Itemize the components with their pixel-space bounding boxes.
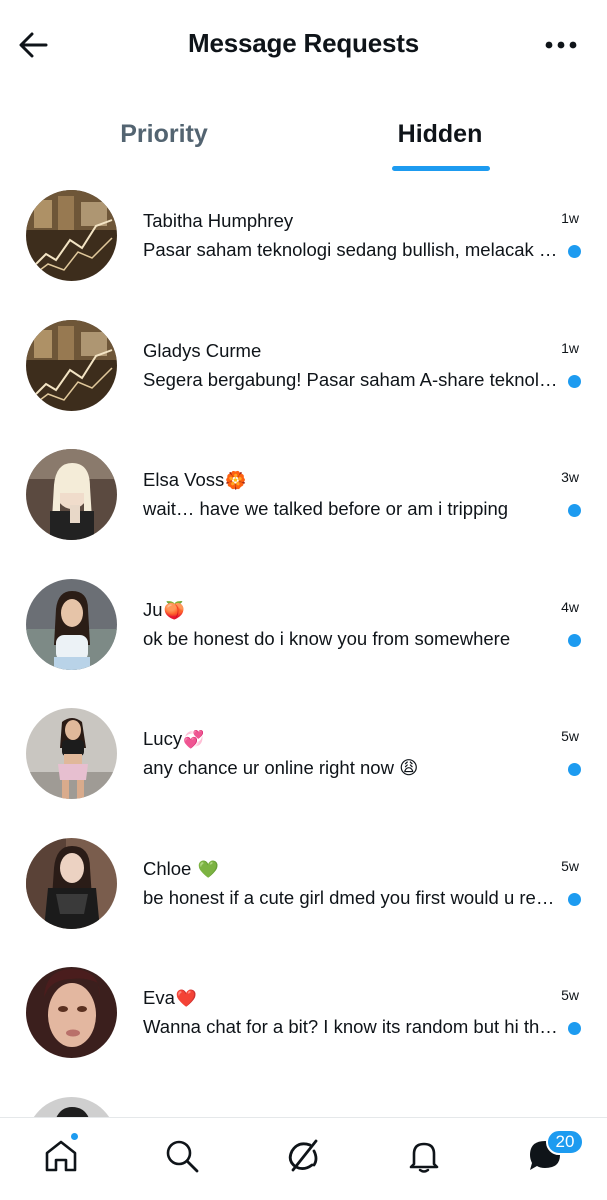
name-emoji: 🏵️ [225, 471, 247, 490]
message-preview: Pasar saham teknologi sedang bullish, me… [143, 239, 559, 260]
timestamp: 1w [561, 339, 579, 356]
more-button[interactable] [541, 30, 581, 60]
avatar[interactable] [26, 578, 117, 670]
conversation-name: Ju🍑 [143, 599, 185, 621]
conversation-name: Lucy💞 [143, 728, 204, 750]
conversation-name: Gladys Curme [143, 340, 262, 362]
message-preview: Wanna chat for a bit? I know its random … [143, 1016, 559, 1037]
conversation-row[interactable]: Elsa Voss🏵️ 3w wait… have we talked befo… [0, 431, 607, 561]
bottom-navigation: 20 [0, 1117, 607, 1200]
conversation-name: Elsa Voss🏵️ [143, 469, 246, 491]
home-icon [45, 1140, 77, 1172]
nav-notifications[interactable] [404, 1136, 444, 1176]
name-emoji: ❤️ [175, 989, 198, 1008]
message-preview: Segera bergabung! Pasar saham A-share te… [143, 368, 559, 390]
unread-dot [568, 1022, 581, 1035]
name-emoji: 💞 [183, 730, 205, 749]
timestamp: 5w [561, 728, 579, 744]
avatar[interactable] [26, 967, 117, 1058]
message-preview: ok be honest do i know you from somewher… [143, 627, 511, 649]
conversation-row[interactable]: Eva❤️ 5w Wanna chat for a bit? I know it… [0, 949, 607, 1079]
avatar[interactable] [26, 190, 117, 281]
message-preview: be honest if a cute girl dmed you first … [143, 886, 559, 908]
unread-dot [568, 633, 581, 647]
unread-dot [568, 892, 581, 906]
unread-dot [568, 245, 581, 258]
timestamp: 3w [561, 469, 579, 485]
tab-priority[interactable]: Priority [60, 108, 268, 174]
nav-search[interactable] [162, 1136, 202, 1176]
conversation-row[interactable] [0, 1079, 607, 1118]
avatar[interactable] [26, 708, 117, 799]
sender-name: Elsa Voss [143, 469, 225, 490]
conversation-name: Tabitha Humphrey [143, 210, 294, 232]
timestamp: 5w [561, 987, 579, 1003]
name-emoji: 🍑 [163, 600, 185, 620]
nav-home[interactable] [41, 1136, 81, 1176]
avatar[interactable] [26, 1096, 117, 1118]
unread-dot [568, 374, 581, 388]
header: Message Requests [0, 0, 607, 92]
sender-name: Gladys Curme [143, 339, 262, 361]
sender-name: Lucy [143, 728, 183, 749]
nav-grok[interactable] [283, 1136, 323, 1176]
timestamp: 5w [561, 857, 579, 874]
conversation-row[interactable]: Gladys Curme 1w Segera bergabung! Pasar … [0, 302, 607, 432]
more-horizontal-icon [545, 41, 577, 49]
message-preview: any chance ur online right now 😩 [143, 757, 419, 778]
sender-name: Eva [143, 987, 175, 1008]
conversation-name: Eva❤️ [143, 987, 197, 1009]
message-preview: wait… have we talked before or am i trip… [143, 498, 509, 519]
avatar[interactable] [26, 319, 117, 411]
grok-icon [288, 1139, 318, 1172]
conversation-row[interactable]: Ju🍑 4w ok be honest do i know you from s… [0, 561, 607, 691]
sender-name: Tabitha Humphrey [143, 210, 294, 231]
active-tab-indicator [392, 166, 490, 171]
conversation-row[interactable]: Tabitha Humphrey 1w Pasar saham teknolog… [0, 172, 607, 302]
conversation-name: Chloe 💚 [143, 858, 219, 880]
home-unread-dot [70, 1132, 79, 1141]
conversation-list: Tabitha Humphrey 1w Pasar saham teknolog… [0, 172, 607, 1118]
bell-icon [409, 1142, 439, 1173]
avatar[interactable] [26, 837, 117, 929]
timestamp: 1w [561, 210, 579, 226]
page-title: Message Requests [188, 28, 419, 58]
sender-name: Ju [143, 598, 163, 620]
tab-bar: Priority Hidden [0, 108, 607, 174]
timestamp: 4w [561, 598, 579, 615]
conversation-row[interactable]: Lucy💞 5w any chance ur online right now … [0, 690, 607, 820]
tab-hidden[interactable]: Hidden [340, 108, 540, 174]
sender-name: Chloe [143, 857, 197, 879]
unread-dot [568, 763, 581, 776]
conversation-row[interactable]: Chloe 💚 5w be honest if a cute girl dmed… [0, 820, 607, 950]
name-emoji: 💚 [197, 859, 219, 879]
unread-dot [568, 504, 581, 517]
search-icon [166, 1140, 199, 1173]
messages-badge: 20 [546, 1129, 584, 1155]
avatar[interactable] [26, 449, 117, 540]
